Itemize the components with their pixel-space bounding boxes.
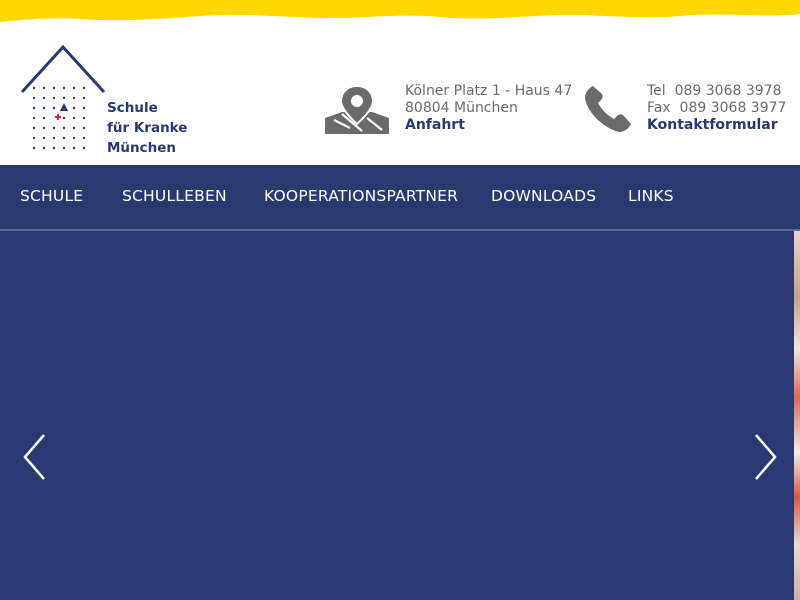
contact-block: Tel 089 3068 3978 Fax 089 3068 3977 Kont…	[647, 83, 786, 134]
tel-label: Tel	[647, 83, 666, 99]
chevron-right-icon[interactable]	[750, 431, 780, 483]
chevron-left-icon[interactable]	[20, 431, 50, 483]
fax-line: Fax 089 3068 3977	[647, 100, 786, 117]
fax-number: 089 3068 3977	[679, 100, 787, 116]
address-street: Kölner Platz 1 - Haus 47	[405, 83, 573, 99]
slide-image-edge	[794, 231, 800, 600]
phone-line: Tel 089 3068 3978	[647, 83, 786, 100]
address-block: Kölner Platz 1 - Haus 47 80804 München A…	[405, 83, 572, 134]
house-logo-icon	[20, 44, 106, 150]
nav-item-schulleben[interactable]: SCHULLEBEN	[122, 165, 227, 230]
phone-icon	[585, 86, 631, 132]
main-nav: SCHULE SCHULLEBEN KOOPERATIONSPARTNER DO…	[0, 165, 800, 230]
nav-item-downloads[interactable]: DOWNLOADS	[491, 165, 596, 230]
logo-text-line1: Schule	[107, 100, 158, 116]
site-logo[interactable]: Schule für Kranke München	[18, 44, 258, 156]
map-pin-icon	[325, 84, 389, 134]
directions-link[interactable]: Anfahrt	[405, 117, 572, 134]
hero-slider	[0, 231, 800, 600]
nav-item-schule[interactable]: SCHULE	[20, 165, 83, 230]
top-decor-band	[0, 0, 800, 22]
nav-item-kooperationspartner[interactable]: KOOPERATIONSPARTNER	[264, 165, 458, 230]
nav-item-links[interactable]: LINKS	[628, 165, 674, 230]
address-city: 80804 München	[405, 100, 518, 116]
site-header: Schule für Kranke München Kölner Platz 1…	[0, 24, 800, 165]
contact-form-link[interactable]: Kontaktformular	[647, 117, 786, 134]
logo-text: Schule für Kranke München	[107, 98, 258, 158]
fax-label: Fax	[647, 100, 671, 116]
logo-text-line2: für Kranke München	[107, 120, 188, 156]
tel-number[interactable]: 089 3068 3978	[675, 83, 782, 99]
